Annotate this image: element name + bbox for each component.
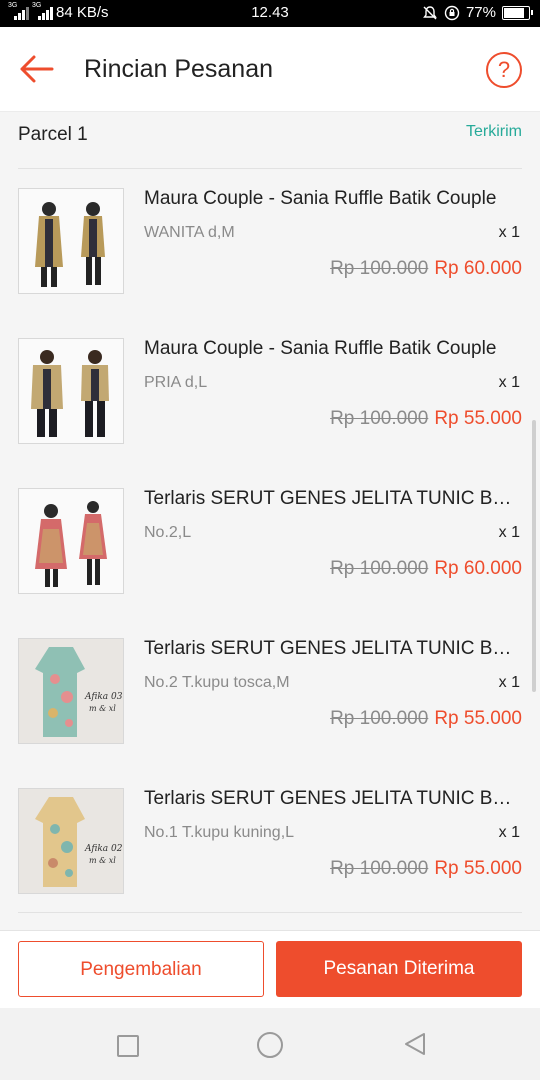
product-variant: No.2 T.kupu tosca,M	[144, 674, 290, 691]
order-item[interactable]: Maura Couple - Sania Ruffle Batik Couple…	[18, 338, 522, 488]
product-price: Rp 100.000 Rp 55.000	[330, 708, 522, 730]
discount-price: Rp 60.000	[434, 558, 522, 579]
order-detail-content[interactable]: Parcel 1 Terkirim Maura Couple - Sania R…	[0, 112, 540, 930]
product-image-tunic-kuning: Afika 02 m & xl	[19, 789, 123, 893]
product-quantity: x 1	[498, 374, 520, 391]
status-bar: 3G 3G 84 KB/s 12.43 77%	[0, 0, 540, 27]
home-icon[interactable]	[257, 1032, 283, 1058]
original-price: Rp 100.000	[330, 858, 429, 879]
page-title: Rincian Pesanan	[84, 55, 274, 83]
product-price: Rp 100.000 Rp 55.000	[330, 408, 522, 430]
product-image-couple-men	[19, 339, 123, 443]
product-price: Rp 100.000 Rp 60.000	[330, 558, 522, 580]
divider	[18, 912, 522, 913]
product-name: Terlaris SERUT GENES JELITA TUNIC Batik	[144, 488, 516, 509]
svg-text:m & xl: m & xl	[89, 856, 116, 865]
product-price: Rp 100.000 Rp 55.000	[330, 858, 522, 880]
app-header: Rincian Pesanan ?	[0, 27, 540, 112]
discount-price: Rp 60.000	[434, 258, 522, 279]
parcel-status: Terkirim	[466, 123, 522, 140]
status-right: 77%	[422, 4, 533, 21]
product-quantity: x 1	[498, 224, 520, 241]
product-thumbnail[interactable]: Afika 02 m & xl	[18, 788, 124, 894]
order-item[interactable]: Afika 03 m & xl Terlaris SERUT GENES JEL…	[18, 638, 522, 788]
battery-icon	[502, 5, 533, 20]
product-variant: No.1 T.kupu kuning,L	[144, 824, 295, 841]
system-nav-bar	[0, 1008, 540, 1080]
product-name: Maura Couple - Sania Ruffle Batik Couple	[144, 338, 497, 359]
product-thumbnail[interactable]	[18, 488, 124, 594]
back-triangle-icon[interactable]	[402, 1031, 428, 1057]
product-thumbnail[interactable]	[18, 188, 124, 294]
discount-price: Rp 55.000	[434, 858, 522, 879]
order-item[interactable]: Afika 02 m & xl Terlaris SERUT GENES JEL…	[18, 788, 522, 930]
battery-percent: 77%	[465, 4, 496, 21]
original-price: Rp 100.000	[330, 408, 429, 429]
order-item[interactable]: Terlaris SERUT GENES JELITA TUNIC Batik …	[18, 488, 522, 638]
question-circle-icon[interactable]: ?	[486, 52, 522, 88]
discount-price: Rp 55.000	[434, 408, 522, 429]
original-price: Rp 100.000	[330, 558, 429, 579]
product-variant: PRIA d,L	[144, 374, 208, 391]
product-price: Rp 100.000 Rp 60.000	[330, 258, 522, 280]
product-variant: WANITA d,M	[144, 224, 235, 241]
parcel-header: Parcel 1 Terkirim	[18, 112, 522, 169]
product-quantity: x 1	[498, 524, 520, 541]
parcel-label: Parcel 1	[18, 124, 88, 145]
order-received-button[interactable]: Pesanan Diterima	[276, 941, 522, 997]
product-thumbnail[interactable]	[18, 338, 124, 444]
original-price: Rp 100.000	[330, 708, 429, 729]
recent-apps-icon[interactable]	[117, 1035, 139, 1057]
svg-text:Afika 02: Afika 02	[84, 844, 123, 854]
svg-text:Afika 03: Afika 03	[84, 692, 123, 702]
product-image-tunic-tosca: Afika 03 m & xl	[19, 639, 123, 743]
product-variant: No.2,L	[144, 524, 192, 541]
product-quantity: x 1	[498, 674, 520, 691]
bell-muted-icon	[423, 5, 437, 19]
product-image-couple-women	[19, 189, 123, 293]
product-thumbnail[interactable]: Afika 03 m & xl	[18, 638, 124, 744]
product-image-tunic-models	[19, 489, 123, 593]
product-name: Terlaris SERUT GENES JELITA TUNIC Batik	[144, 638, 516, 659]
product-name: Terlaris SERUT GENES JELITA TUNIC Batik	[144, 788, 516, 809]
scrollbar[interactable]	[532, 420, 536, 692]
return-button[interactable]: Pengembalian	[18, 941, 264, 997]
order-item[interactable]: Maura Couple - Sania Ruffle Batik Couple…	[18, 188, 522, 338]
discount-price: Rp 55.000	[434, 708, 522, 729]
arrow-left-icon[interactable]	[18, 53, 54, 85]
product-quantity: x 1	[498, 824, 520, 841]
action-footer: Pengembalian Pesanan Diterima	[0, 930, 540, 1009]
svg-text:m & xl: m & xl	[89, 704, 116, 713]
rotation-lock-icon	[444, 5, 460, 20]
original-price: Rp 100.000	[330, 258, 429, 279]
product-name: Maura Couple - Sania Ruffle Batik Couple	[144, 188, 497, 209]
